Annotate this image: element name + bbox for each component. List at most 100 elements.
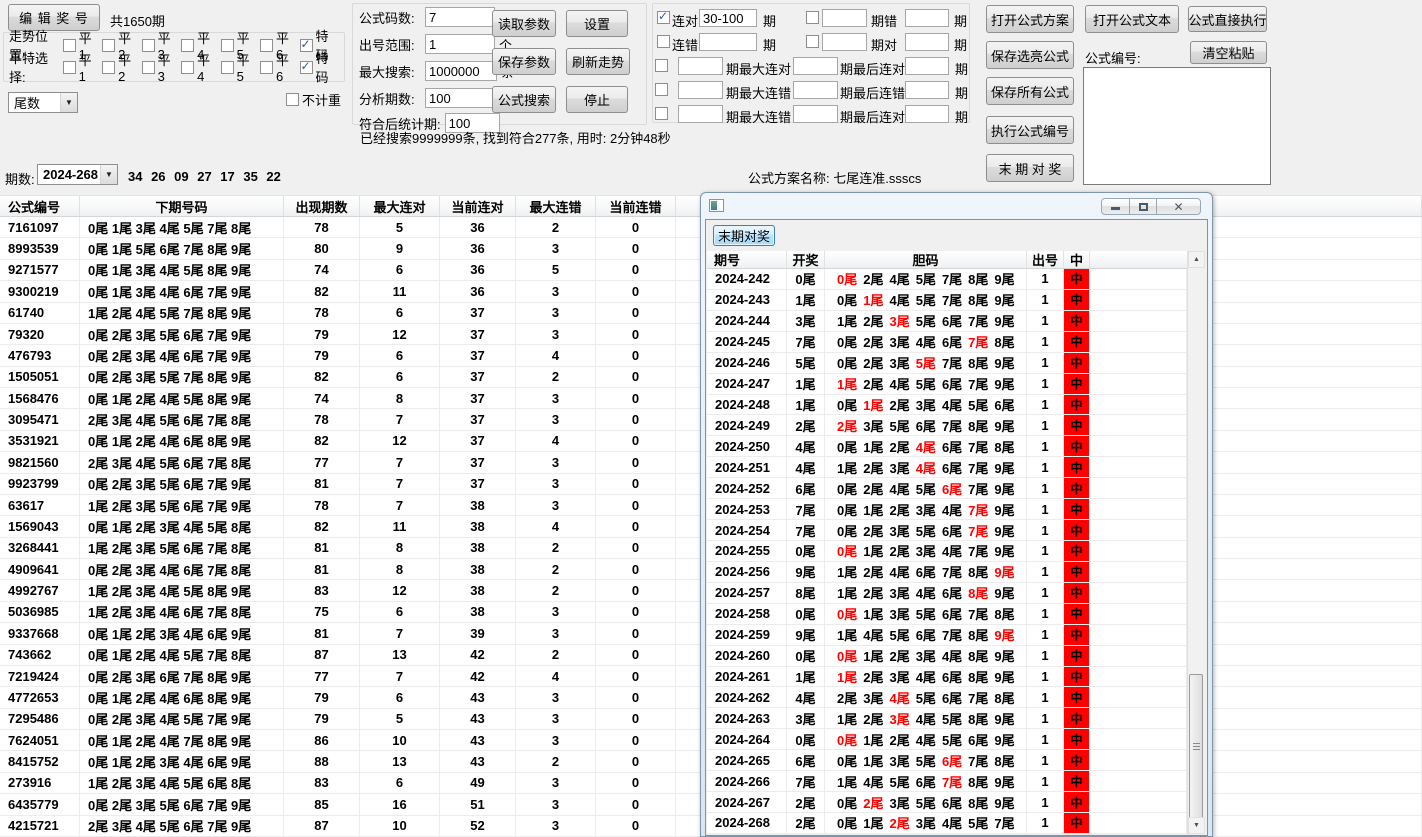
read-params-button[interactable]: 读取参数 — [492, 10, 556, 37]
max-liandui-value-input[interactable] — [793, 57, 838, 75]
result-row[interactable]: 2024-2600尾0尾1尾2尾3尾4尾8尾9尾1中 — [707, 646, 1187, 667]
result-row[interactable]: 2024-2420尾0尾2尾4尾5尾7尾8尾9尾1中 — [707, 269, 1187, 290]
result-row[interactable]: 2024-2656尾0尾1尾3尾5尾6尾7尾8尾1中 — [707, 750, 1187, 771]
result-row[interactable]: 2024-2599尾1尾4尾5尾6尾7尾8尾9尾1中 — [707, 625, 1187, 646]
result-row[interactable]: 2024-2578尾1尾2尾3尾4尾6尾8尾9尾1中 — [707, 583, 1187, 604]
max-liancuo-periods-input[interactable] — [678, 81, 723, 99]
save-params-button[interactable]: 保存参数 — [492, 48, 556, 75]
column-header[interactable]: 最大连对 — [360, 196, 440, 216]
qidui-value-input[interactable] — [822, 33, 867, 51]
result-row[interactable]: 2024-2431尾0尾1尾4尾5尾7尾8尾9尾1中 — [707, 290, 1187, 311]
result-row[interactable]: 2024-2471尾1尾2尾4尾5尾6尾7尾9尾1中 — [707, 374, 1187, 395]
result-row[interactable]: 2024-2672尾0尾2尾3尾5尾6尾8尾9尾1中 — [707, 792, 1187, 813]
result-row[interactable]: 2024-2514尾1尾2尾3尾4尾6尾7尾9尾1中 — [707, 457, 1187, 478]
qidui-checkbox[interactable] — [806, 35, 819, 48]
liandui-range-input[interactable] — [699, 9, 757, 27]
formula-id-textarea[interactable] — [1083, 67, 1271, 185]
output-range-input[interactable] — [425, 34, 495, 54]
position-checkbox[interactable] — [260, 61, 273, 74]
vertical-scrollbar[interactable]: ▲ ▼ — [1187, 251, 1204, 834]
liandui-checkbox[interactable] — [657, 11, 670, 24]
max-liancuo-checkbox[interactable] — [655, 83, 668, 96]
column-header[interactable]: 当前连错 — [596, 196, 676, 216]
last-liandui2-value-input[interactable] — [905, 105, 949, 123]
result-row[interactable]: 2024-2481尾0尾1尾2尾3尾4尾5尾6尾1中 — [707, 395, 1187, 416]
max-liandui-periods-input[interactable] — [678, 57, 723, 75]
liancuo-range-input[interactable] — [699, 33, 757, 51]
formula-count-input[interactable] — [425, 7, 495, 27]
open-formula-text-button[interactable]: 打开公式文本 — [1085, 5, 1179, 33]
clear-paste-button[interactable]: 清空粘贴 — [1190, 41, 1267, 64]
result-row[interactable]: 2024-2611尾1尾2尾3尾4尾6尾8尾9尾1中 — [707, 667, 1187, 688]
result-row[interactable]: 2024-2640尾0尾1尾2尾4尾5尾6尾9尾1中 — [707, 729, 1187, 750]
max-liancuo2-checkbox[interactable] — [655, 107, 668, 120]
qidui-periods-input[interactable] — [905, 33, 949, 51]
result-row[interactable]: 2024-2682尾0尾1尾2尾3尾4尾5尾7尾1中 — [707, 813, 1187, 834]
column-header[interactable]: 最大连错 — [516, 196, 596, 216]
column-header[interactable]: 下期号码 — [80, 196, 284, 216]
position-checkbox[interactable] — [221, 61, 234, 74]
save-highlighted-formula-button[interactable]: 保存选亮公式 — [986, 41, 1074, 69]
position-checkbox[interactable] — [102, 61, 115, 74]
result-row[interactable]: 2024-2667尾1尾4尾5尾6尾7尾8尾9尾1中 — [707, 771, 1187, 792]
refresh-trend-button[interactable]: 刷新走势 — [566, 48, 630, 75]
formula-search-button[interactable]: 公式搜索 — [492, 86, 556, 113]
result-row[interactable]: 2024-2465尾0尾2尾3尾5尾7尾8尾9尾1中 — [707, 353, 1187, 374]
position-checkbox[interactable] — [181, 61, 194, 74]
qicuo-value-input[interactable] — [822, 9, 867, 27]
no-repeat-checkbox[interactable] — [286, 93, 299, 106]
settings-button[interactable]: 设置 — [566, 10, 628, 37]
last-liancuo-value-input[interactable] — [905, 81, 949, 99]
max-liancuo-value-input[interactable] — [793, 81, 838, 99]
max-search-input[interactable] — [425, 61, 497, 81]
scroll-down-icon[interactable]: ▼ — [1188, 817, 1205, 834]
qicuo-periods-input[interactable] — [905, 9, 949, 27]
liancuo-checkbox[interactable] — [657, 35, 670, 48]
last-period-check-button[interactable]: 末 期 对 奖 — [986, 154, 1074, 182]
out-count-cell: 1 — [1027, 499, 1064, 519]
scroll-up-icon[interactable]: ▲ — [1188, 251, 1205, 268]
save-all-formula-button[interactable]: 保存所有公式 — [986, 77, 1074, 105]
result-row[interactable]: 2024-2443尾1尾2尾3尾5尾6尾7尾9尾1中 — [707, 311, 1187, 332]
result-row[interactable]: 2024-2624尾2尾3尾4尾5尾6尾7尾8尾1中 — [707, 687, 1187, 708]
period-select[interactable]: 2024-268 ▼ — [37, 164, 118, 185]
max-liancuo2-periods-input[interactable] — [678, 105, 723, 123]
column-header[interactable]: 当前连对 — [440, 196, 516, 216]
column-header[interactable]: 出现期数 — [284, 196, 360, 216]
result-row[interactable]: 2024-2504尾0尾1尾2尾4尾6尾7尾8尾1中 — [707, 436, 1187, 457]
result-column-header[interactable]: 出号 — [1027, 251, 1064, 268]
result-column-header[interactable]: 中 — [1064, 251, 1090, 268]
result-row[interactable]: 2024-2526尾0尾2尾4尾5尾6尾7尾9尾1中 — [707, 478, 1187, 499]
result-row[interactable]: 2024-2492尾2尾3尾5尾6尾7尾8尾9尾1中 — [707, 415, 1187, 436]
result-row[interactable]: 2024-2537尾0尾1尾2尾3尾4尾7尾9尾1中 — [707, 499, 1187, 520]
result-column-header[interactable]: 胆码 — [825, 251, 1027, 268]
close-button[interactable]: ✕ — [1156, 198, 1201, 215]
scrollbar-thumb[interactable] — [1189, 674, 1203, 819]
result-column-header[interactable]: 开奖 — [787, 251, 825, 268]
position-checkbox[interactable] — [63, 61, 76, 74]
column-header[interactable]: 公式编号 — [0, 196, 80, 216]
stop-button[interactable]: 停止 — [566, 86, 628, 113]
minimize-button[interactable] — [1101, 198, 1130, 215]
last-liandui-value-input[interactable] — [905, 57, 949, 75]
formula-direct-exec-button[interactable]: 公式直接执行 — [1188, 6, 1267, 32]
qicuo-checkbox[interactable] — [806, 11, 819, 24]
result-row[interactable]: 2024-2550尾0尾1尾2尾3尾4尾7尾9尾1中 — [707, 541, 1187, 562]
result-row[interactable]: 2024-2547尾0尾2尾3尾5尾6尾7尾9尾1中 — [707, 520, 1187, 541]
result-row[interactable]: 2024-2580尾0尾1尾3尾5尾6尾7尾8尾1中 — [707, 604, 1187, 625]
max-liandui-checkbox[interactable] — [655, 59, 668, 72]
open-formula-scheme-button[interactable]: 打开公式方案 — [986, 5, 1074, 33]
position-checkbox[interactable] — [300, 61, 313, 74]
result-row[interactable]: 2024-2457尾0尾2尾3尾4尾6尾7尾8尾1中 — [707, 332, 1187, 353]
execute-formula-id-button[interactable]: 执行公式编号 — [986, 116, 1074, 144]
result-row[interactable]: 2024-2569尾1尾2尾4尾6尾7尾8尾9尾1中 — [707, 562, 1187, 583]
tail-type-select[interactable]: 尾数 ▼ — [8, 92, 78, 113]
codes-cell: 0尾1尾4尾5尾7尾8尾9尾 — [825, 290, 1027, 310]
last-period-check-tab-button[interactable]: 末期对奖 — [713, 225, 775, 246]
max-liancuo2-value-input[interactable] — [793, 105, 838, 123]
maximize-button[interactable] — [1129, 198, 1157, 215]
result-row[interactable]: 2024-2633尾1尾2尾3尾4尾5尾8尾9尾1中 — [707, 708, 1187, 729]
result-column-header[interactable]: 期号 — [707, 251, 787, 268]
position-checkbox[interactable] — [142, 61, 155, 74]
analyze-periods-input[interactable] — [425, 88, 497, 108]
